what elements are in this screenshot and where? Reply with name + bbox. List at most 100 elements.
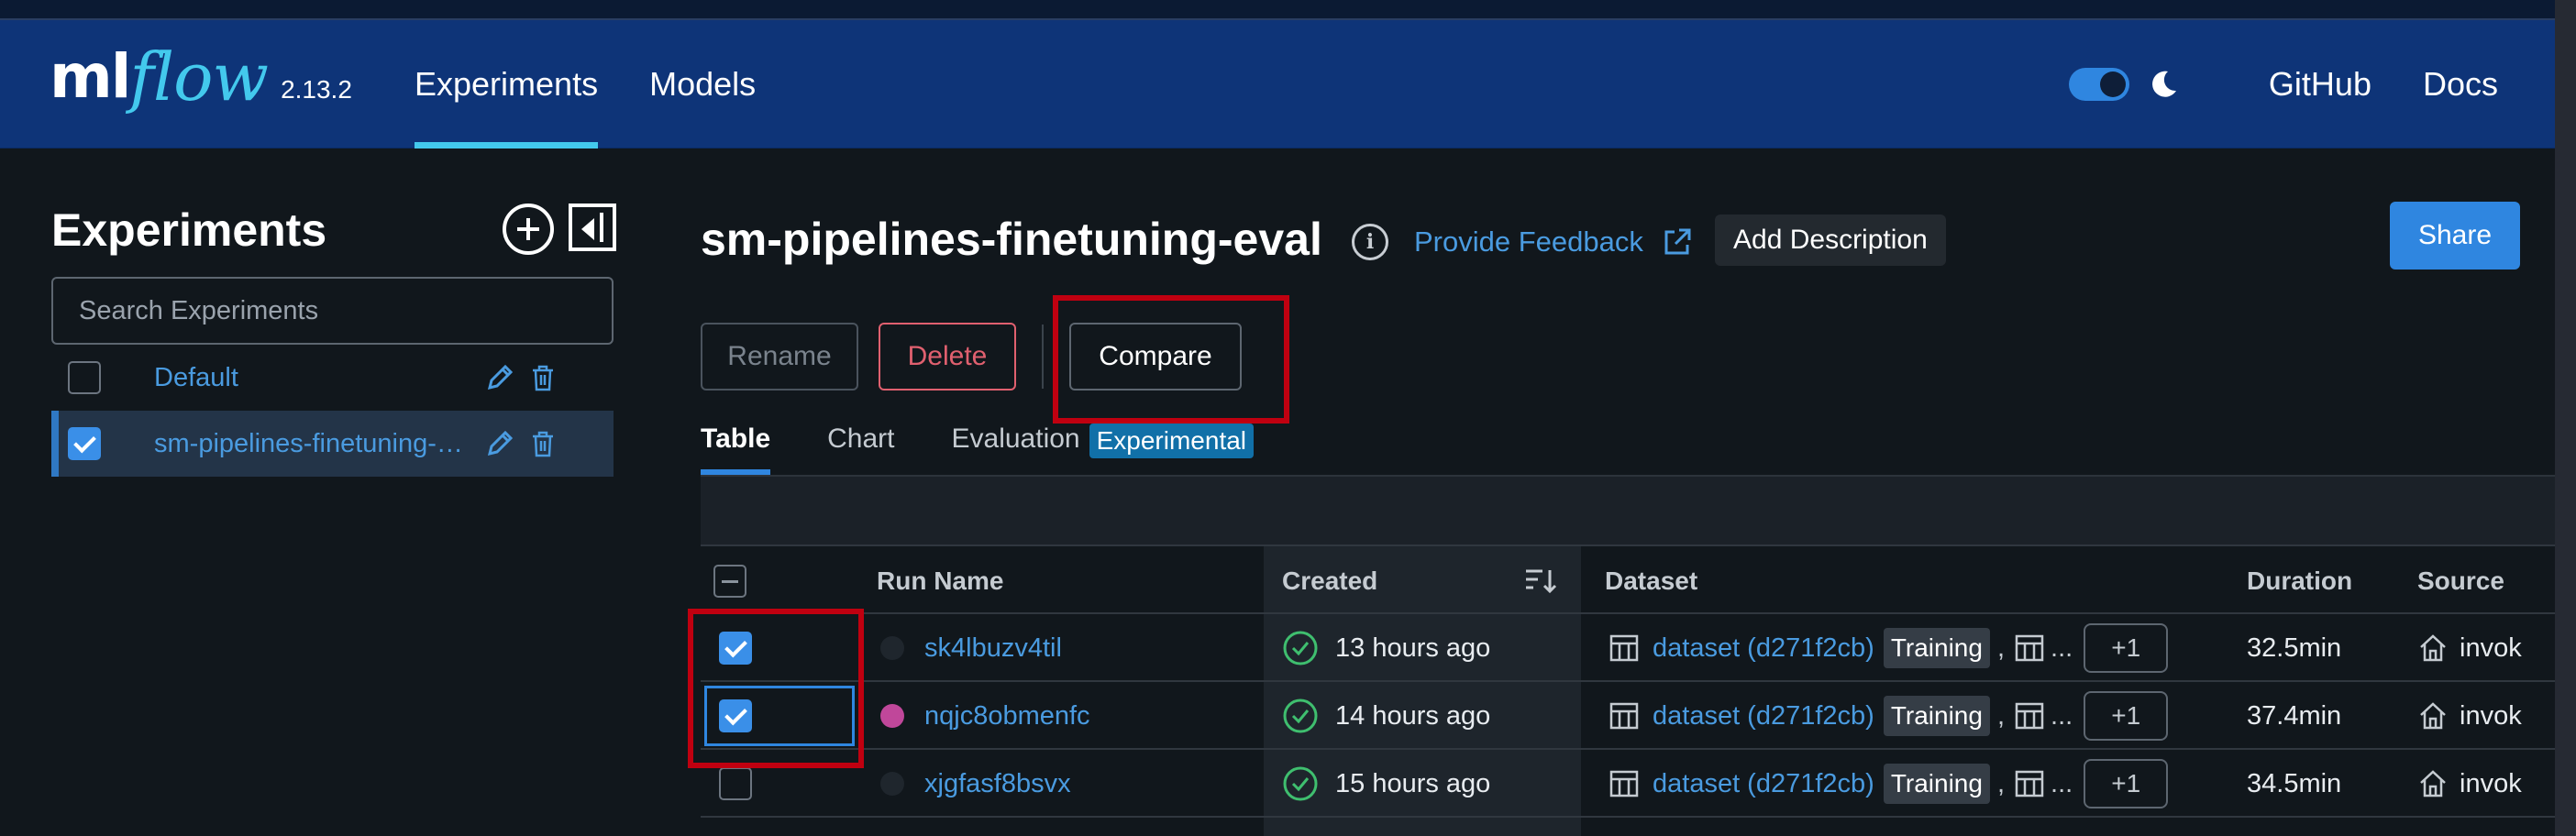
created-cell: 15 hours ago bbox=[1282, 750, 1490, 818]
add-description-button[interactable]: Add Description bbox=[1715, 214, 1946, 266]
table-row[interactable]: sk4lbuzv4til 13 hours ago dataset (d271f… bbox=[701, 614, 2555, 682]
run-name-link[interactable]: xjgfasf8bsvx bbox=[924, 769, 1071, 799]
runs-table: Run Name Created Dataset Duration Source… bbox=[701, 475, 2555, 836]
edit-pencil-icon[interactable] bbox=[484, 362, 515, 393]
nav-models[interactable]: Models bbox=[649, 20, 756, 148]
sidebar-actions bbox=[503, 204, 616, 255]
dataset-ellipsis: ... bbox=[2051, 700, 2073, 731]
row-checkbox[interactable] bbox=[719, 699, 752, 732]
provide-feedback-link[interactable]: Provide Feedback bbox=[1414, 226, 1693, 258]
experiment-checkbox[interactable] bbox=[68, 361, 101, 394]
sort-descending-icon[interactable] bbox=[1524, 566, 1557, 596]
main-nav: Experiments Models bbox=[415, 20, 807, 148]
source-text: invok bbox=[2460, 632, 2522, 663]
table-icon bbox=[2015, 702, 2044, 730]
docs-link[interactable]: Docs bbox=[2423, 65, 2498, 104]
run-color-dot bbox=[880, 636, 904, 660]
search-experiments-input[interactable] bbox=[51, 277, 614, 345]
duration-cell: 34.5min bbox=[2247, 768, 2342, 798]
check-circle-icon bbox=[1283, 631, 1318, 666]
row-checkbox[interactable] bbox=[719, 767, 752, 800]
source-cell: invok bbox=[2417, 614, 2522, 682]
dark-mode-toggle[interactable] bbox=[2068, 68, 2129, 101]
run-name-cell: sk4lbuzv4til bbox=[924, 614, 1062, 682]
dataset-link[interactable]: dataset (d271f2cb) bbox=[1653, 769, 1874, 799]
sidebar-item-default[interactable]: Default bbox=[51, 345, 614, 411]
window-top-strip bbox=[0, 0, 2576, 20]
source-text: invok bbox=[2460, 768, 2522, 798]
compare-button[interactable]: Compare bbox=[1069, 323, 1242, 390]
button-divider bbox=[1042, 324, 1044, 389]
delete-button[interactable]: Delete bbox=[879, 323, 1016, 390]
experiment-name[interactable]: Default bbox=[154, 363, 466, 393]
dataset-ellipsis: ... bbox=[2051, 632, 2073, 663]
run-name-link[interactable]: sk4lbuzv4til bbox=[924, 633, 1062, 664]
run-name-cell: xjgfasf8bsvx bbox=[924, 750, 1071, 818]
row-checkbox-cell bbox=[719, 614, 752, 682]
table-row[interactable]: xjgfasf8bsvx 15 hours ago dataset (d271f… bbox=[701, 750, 2555, 818]
dataset-cell: dataset (d271f2cb) Training , ... +1 bbox=[1609, 682, 2169, 750]
check-circle-icon bbox=[1283, 698, 1318, 733]
sidebar-item-sm-pipelines[interactable]: sm-pipelines-finetuning-eval bbox=[51, 411, 614, 477]
share-button[interactable]: Share bbox=[2390, 202, 2520, 270]
more-datasets-button[interactable]: +1 bbox=[2084, 759, 2169, 808]
collapse-sidebar-icon[interactable] bbox=[569, 204, 616, 251]
dataset-cell: dataset (d271f2cb) Training , ... +1 bbox=[1609, 750, 2169, 818]
nav-experiments[interactable]: Experiments bbox=[415, 20, 599, 148]
run-color-dot bbox=[880, 772, 904, 796]
table-icon bbox=[2015, 634, 2044, 662]
mlflow-logo[interactable]: ml flow 2.13.2 bbox=[50, 40, 352, 114]
experiment-title: sm-pipelines-finetuning-eval bbox=[701, 214, 1322, 265]
more-datasets-button[interactable]: +1 bbox=[2084, 623, 2169, 673]
dataset-link[interactable]: dataset (d271f2cb) bbox=[1653, 633, 1874, 664]
home-icon bbox=[2420, 634, 2446, 662]
header-right: GitHub Docs bbox=[2068, 20, 2498, 148]
info-icon[interactable]: i bbox=[1352, 224, 1388, 260]
source-cell: invok bbox=[2417, 682, 2522, 750]
run-status-dot-cell bbox=[880, 682, 904, 750]
table-header-row: Run Name Created Dataset Duration Source bbox=[701, 544, 2555, 614]
table-icon bbox=[1609, 770, 1639, 798]
run-status-dot-cell bbox=[880, 750, 904, 818]
tab-evaluation[interactable]: Evaluation bbox=[952, 424, 1080, 475]
dataset-link[interactable]: dataset (d271f2cb) bbox=[1653, 701, 1874, 732]
edit-pencil-icon[interactable] bbox=[484, 428, 515, 459]
experiment-checkbox[interactable] bbox=[68, 427, 101, 460]
table-row[interactable]: nqjc8obmenfc 14 hours ago dataset (d271f… bbox=[701, 682, 2555, 750]
rename-button[interactable]: Rename bbox=[701, 323, 858, 390]
row-checkbox[interactable] bbox=[719, 632, 752, 665]
logo-ml-text: ml bbox=[50, 41, 131, 112]
dataset-context-tag: Training bbox=[1883, 628, 1990, 668]
duration-cell: 32.5min bbox=[2247, 632, 2342, 663]
header-dataset[interactable]: Dataset bbox=[1605, 546, 1697, 616]
top-header: ml flow 2.13.2 Experiments Models GitHub… bbox=[0, 20, 2555, 148]
created-cell: 13 hours ago bbox=[1282, 614, 1490, 682]
feedback-label: Provide Feedback bbox=[1414, 226, 1643, 258]
more-datasets-button[interactable]: +1 bbox=[2084, 691, 2169, 741]
tab-table[interactable]: Table bbox=[701, 424, 771, 475]
experiment-name[interactable]: sm-pipelines-finetuning-eval bbox=[154, 429, 466, 459]
dataset-separator: , bbox=[1996, 700, 2006, 731]
header-source[interactable]: Source bbox=[2417, 546, 2504, 616]
dataset-cell: dataset (d271f2cb) Training , ... +1 bbox=[1609, 614, 2169, 682]
header-created[interactable]: Created bbox=[1282, 546, 1377, 616]
select-all-checkbox[interactable] bbox=[713, 565, 746, 598]
window-right-edge bbox=[2555, 0, 2576, 836]
dataset-context-tag: Training bbox=[1883, 696, 1990, 736]
header-duration[interactable]: Duration bbox=[2247, 546, 2352, 616]
trash-icon[interactable] bbox=[530, 363, 556, 392]
header-run-name[interactable]: Run Name bbox=[877, 546, 1003, 616]
created-cell: 14 hours ago bbox=[1282, 682, 1490, 750]
version-label: 2.13.2 bbox=[281, 75, 352, 104]
github-link[interactable]: GitHub bbox=[2269, 65, 2371, 104]
dataset-context-tag: Training bbox=[1883, 764, 1990, 804]
source-cell: invok bbox=[2417, 750, 2522, 818]
create-experiment-icon[interactable] bbox=[503, 204, 554, 255]
experimental-badge: Experimental bbox=[1089, 424, 1255, 458]
trash-icon[interactable] bbox=[530, 429, 556, 458]
dataset-separator: , bbox=[1996, 768, 2006, 798]
run-name-link[interactable]: nqjc8obmenfc bbox=[924, 701, 1090, 732]
row-checkbox-cell bbox=[719, 750, 752, 818]
sidebar-title: Experiments bbox=[51, 204, 327, 256]
tab-chart[interactable]: Chart bbox=[827, 424, 894, 475]
